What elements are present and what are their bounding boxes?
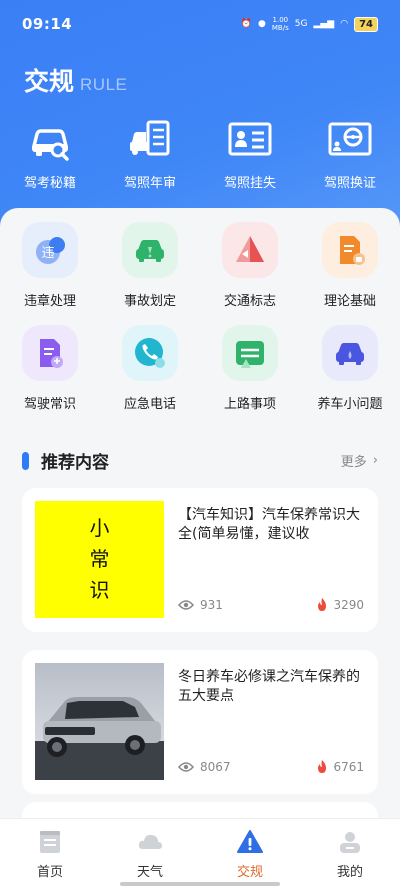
status-icons: ⏰ ● 1.00 MB/s 5G ▂▄▆ ◠ 74 (241, 16, 378, 32)
top-menu-renew-license[interactable]: 驾照换证 (300, 116, 400, 191)
car-search-icon (32, 129, 69, 161)
tab-weather[interactable]: 天气 (100, 819, 200, 889)
violation-icon: 违 (22, 222, 78, 278)
tab-label: 首页 (36, 865, 63, 880)
top-menu-report-loss[interactable]: 驾照挂失 (200, 116, 300, 191)
views-count: 8067 (200, 760, 231, 774)
top-menu-label: 驾照年审 (123, 176, 176, 191)
home-icon (40, 831, 60, 853)
top-menu-annual-review[interactable]: 驾照年审 (100, 116, 200, 191)
grid-item-road-notice[interactable]: 上路事项 (200, 325, 300, 412)
tab-label: 交规 (236, 865, 263, 880)
tab-traffic-rules[interactable]: 交规 (200, 819, 300, 889)
article-thumbnail (35, 663, 164, 780)
signal-label: 5G (294, 19, 308, 29)
article-views: 8067 (178, 760, 231, 774)
grid-label: 违章处理 (23, 294, 76, 309)
grid-label: 交通标志 (223, 294, 276, 309)
license-checklist-icon (130, 120, 170, 156)
more-label: 更多 (340, 455, 367, 470)
signal-icon: ▂▄▆ (313, 19, 335, 29)
flame-icon (318, 760, 327, 773)
steering-card-icon (328, 122, 372, 156)
tab-label: 天气 (136, 865, 163, 880)
tab-label: 我的 (336, 865, 363, 880)
location-icon: ● (258, 19, 266, 29)
views-count: 931 (200, 598, 223, 612)
road-notice-icon (222, 325, 278, 381)
warning-triangle-icon (237, 830, 263, 853)
wifi-icon: ◠ (340, 19, 349, 29)
article-thumbnail: 小 常 识 (35, 501, 164, 618)
grid-item-accident[interactable]: 事故划定 (100, 222, 200, 309)
more-link[interactable]: 更多 › (341, 451, 378, 470)
traffic-sign-icon (222, 222, 278, 278)
page-title-en: RULE (80, 75, 128, 94)
hot-count: 3290 (333, 598, 364, 612)
profile-icon (340, 832, 360, 853)
tab-home[interactable]: 首页 (0, 819, 100, 889)
feature-grid: 违 违章处理 事故划定 交通标志 理论基础 驾驶常识 应急电话 上路事项 养车小… (0, 222, 400, 412)
status-time: 09:14 (22, 15, 73, 33)
emergency-phone-icon (122, 325, 178, 381)
article-hot: 6761 (316, 760, 364, 774)
weather-cloud-icon (138, 834, 162, 849)
section-title: 推荐内容 (41, 453, 109, 473)
article-title: 冬日养车必修课之汽车保养的五大要点 (178, 669, 360, 704)
article-card[interactable]: 冬日养车必修课之汽车保养的五大要点 8067 6761 (22, 650, 378, 794)
net-speed-unit: MB/s (271, 24, 289, 32)
flame-icon (318, 598, 327, 611)
thumb-text: 小 (89, 516, 110, 540)
article-title: 【汽车知识】汽车保养常识大全(简单易懂，建议收 (178, 507, 360, 542)
thumb-text: 识 (89, 578, 110, 602)
tab-profile[interactable]: 我的 (300, 819, 400, 889)
net-speed-value: 1.00 (272, 16, 289, 24)
top-menu-label: 驾照挂失 (223, 176, 276, 191)
grid-label: 养车小问题 (317, 397, 383, 412)
bottom-tab-bar: 首页 天气 交规 我的 (0, 818, 400, 889)
page-title: 交规 RULE (24, 62, 127, 98)
net-speed: 1.00 MB/s (272, 16, 289, 32)
driving-knowledge-icon (22, 325, 78, 381)
grid-label: 事故划定 (123, 294, 176, 309)
grid-label: 应急电话 (123, 397, 176, 412)
grid-item-car-care[interactable]: 养车小问题 (300, 325, 400, 412)
recommend-header: 推荐内容 更多 › (22, 448, 378, 473)
alarm-icon: ⏰ (240, 19, 253, 29)
eye-icon (178, 762, 194, 772)
theory-document-icon (322, 222, 378, 278)
article-hot: 3290 (316, 598, 364, 612)
grid-item-violation[interactable]: 违 违章处理 (0, 222, 100, 309)
thumb-text: 常 (89, 547, 110, 571)
grid-item-traffic-sign[interactable]: 交通标志 (200, 222, 300, 309)
top-menu-exam-tips[interactable]: 驾考秘籍 (0, 116, 100, 191)
status-bar: 09:14 ⏰ ● 1.00 MB/s 5G ▂▄▆ ◠ 74 (0, 0, 400, 48)
hot-count: 6761 (333, 760, 364, 774)
violation-icon-text: 违 (41, 246, 54, 261)
car-care-icon (322, 325, 378, 381)
grid-item-driving-knowledge[interactable]: 驾驶常识 (0, 325, 100, 412)
home-indicator[interactable] (120, 882, 280, 886)
grid-label: 驾驶常识 (23, 397, 76, 412)
grid-label: 理论基础 (323, 294, 376, 309)
grid-label: 上路事项 (223, 397, 276, 412)
grid-item-emergency-phone[interactable]: 应急电话 (100, 325, 200, 412)
battery-icon: 74 (354, 16, 378, 32)
grid-item-theory[interactable]: 理论基础 (300, 222, 400, 309)
eye-icon (178, 600, 194, 610)
car-photo (35, 663, 164, 780)
top-menu: 驾考秘籍 驾照年审 驾照挂失 驾照换证 (0, 116, 400, 191)
accident-car-icon (122, 222, 178, 278)
chevron-right-icon: › (372, 453, 378, 468)
top-menu-label: 驾考秘籍 (23, 176, 76, 191)
page-title-zh: 交规 (24, 67, 75, 96)
id-card-icon (228, 122, 272, 156)
top-menu-label: 驾照换证 (323, 176, 376, 191)
article-card[interactable]: 小 常 识 【汽车知识】汽车保养常识大全(简单易懂，建议收 931 3290 (22, 488, 378, 632)
section-accent-bar (22, 451, 29, 470)
article-views: 931 (178, 598, 223, 612)
